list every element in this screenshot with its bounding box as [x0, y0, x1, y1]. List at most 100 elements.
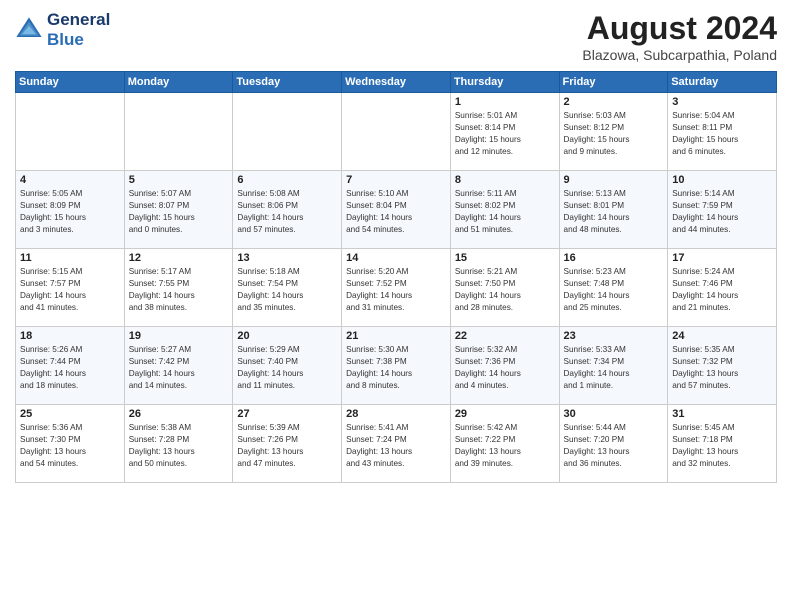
- day-info: Sunrise: 5:42 AMSunset: 7:22 PMDaylight:…: [455, 422, 555, 470]
- day-info: Sunrise: 5:01 AMSunset: 8:14 PMDaylight:…: [455, 110, 555, 158]
- day-number: 5: [129, 174, 229, 186]
- col-sunday: Sunday: [16, 72, 125, 93]
- col-saturday: Saturday: [668, 72, 777, 93]
- day-info: Sunrise: 5:36 AMSunset: 7:30 PMDaylight:…: [20, 422, 120, 470]
- day-number: 23: [564, 330, 664, 342]
- day-number: 19: [129, 330, 229, 342]
- day-info: Sunrise: 5:27 AMSunset: 7:42 PMDaylight:…: [129, 344, 229, 392]
- title-block: August 2024 Blazowa, Subcarpathia, Polan…: [582, 10, 777, 63]
- day-cell-1-2: 6Sunrise: 5:08 AMSunset: 8:06 PMDaylight…: [233, 171, 342, 249]
- day-cell-1-5: 9 Sunrise: 5:13 AMSunset: 8:01 PMDaylight…: [559, 171, 668, 249]
- day-info: Sunrise: 5:08 AMSunset: 8:06 PMDaylight:…: [237, 188, 337, 236]
- day-number: 13: [237, 252, 337, 264]
- day-cell-2-2: 13 Sunrise: 5:18 AMSunset: 7:54 PMDayligh…: [233, 249, 342, 327]
- day-info: Sunrise: 5:21 AMSunset: 7:50 PMDaylight:…: [455, 266, 555, 314]
- day-cell-2-1: 12 Sunrise: 5:17 AMSunset: 7:55 PMDayligh…: [124, 249, 233, 327]
- day-info: Sunrise: 5:33 AMSunset: 7:34 PMDaylight:…: [564, 344, 664, 392]
- day-info: Sunrise: 5:07 AMSunset: 8:07 PMDaylight:…: [129, 188, 229, 236]
- day-number: 1: [455, 96, 555, 108]
- col-tuesday: Tuesday: [233, 72, 342, 93]
- day-number: 25: [20, 408, 120, 420]
- day-cell-2-4: 15Sunrise: 5:21 AMSunset: 7:50 PMDayligh…: [450, 249, 559, 327]
- day-cell-4-3: 28 Sunrise: 5:41 AMSunset: 7:24 PMDayligh…: [342, 405, 451, 483]
- day-info: Sunrise: 5:44 AMSunset: 7:20 PMDaylight:…: [564, 422, 664, 470]
- day-cell-1-0: 4 Sunrise: 5:05 AMSunset: 8:09 PMDaylight…: [16, 171, 125, 249]
- day-info: Sunrise: 5:17 AMSunset: 7:55 PMDaylight:…: [129, 266, 229, 314]
- day-number: 24: [672, 330, 772, 342]
- day-number: 31: [672, 408, 772, 420]
- day-cell-4-1: 26Sunrise: 5:38 AMSunset: 7:28 PMDayligh…: [124, 405, 233, 483]
- day-cell-1-4: 8 Sunrise: 5:11 AMSunset: 8:02 PMDaylight…: [450, 171, 559, 249]
- day-number: 16: [564, 252, 664, 264]
- day-cell-2-6: 17Sunrise: 5:24 AMSunset: 7:46 PMDayligh…: [668, 249, 777, 327]
- calendar-header-row: Sunday Monday Tuesday Wednesday Thursday…: [16, 72, 777, 93]
- day-info: Sunrise: 5:26 AMSunset: 7:44 PMDaylight:…: [20, 344, 120, 392]
- header: General Blue August 2024 Blazowa, Subcar…: [15, 10, 777, 63]
- day-number: 2: [564, 96, 664, 108]
- col-monday: Monday: [124, 72, 233, 93]
- day-cell-4-6: 31 Sunrise: 5:45 AMSunset: 7:18 PMDayligh…: [668, 405, 777, 483]
- day-number: 11: [20, 252, 120, 264]
- month-title: August 2024: [582, 10, 777, 47]
- day-cell-4-2: 27 Sunrise: 5:39 AMSunset: 7:26 PMDayligh…: [233, 405, 342, 483]
- day-cell-1-3: 7 Sunrise: 5:10 AMSunset: 8:04 PMDaylight…: [342, 171, 451, 249]
- day-number: 26: [129, 408, 229, 420]
- day-info: Sunrise: 5:14 AMSunset: 7:59 PMDaylight:…: [672, 188, 772, 236]
- week-row-4: 18Sunrise: 5:26 AMSunset: 7:44 PMDayligh…: [16, 327, 777, 405]
- day-number: 12: [129, 252, 229, 264]
- day-info: Sunrise: 5:35 AMSunset: 7:32 PMDaylight:…: [672, 344, 772, 392]
- day-cell-2-0: 11 Sunrise: 5:15 AMSunset: 7:57 PMDayligh…: [16, 249, 125, 327]
- day-cell-3-2: 20 Sunrise: 5:29 AMSunset: 7:40 PMDayligh…: [233, 327, 342, 405]
- col-friday: Friday: [559, 72, 668, 93]
- day-info: Sunrise: 5:45 AMSunset: 7:18 PMDaylight:…: [672, 422, 772, 470]
- day-cell-0-4: 1 Sunrise: 5:01 AMSunset: 8:14 PMDaylight…: [450, 93, 559, 171]
- day-info: Sunrise: 5:20 AMSunset: 7:52 PMDaylight:…: [346, 266, 446, 314]
- day-cell-0-1: [124, 93, 233, 171]
- day-number: 9: [564, 174, 664, 186]
- day-cell-2-3: 14 Sunrise: 5:20 AMSunset: 7:52 PMDayligh…: [342, 249, 451, 327]
- day-cell-1-6: 10 Sunrise: 5:14 AMSunset: 7:59 PMDayligh…: [668, 171, 777, 249]
- day-number: 8: [455, 174, 555, 186]
- day-cell-3-5: 23 Sunrise: 5:33 AMSunset: 7:34 PMDayligh…: [559, 327, 668, 405]
- day-cell-3-4: 22 Sunrise: 5:32 AMSunset: 7:36 PMDayligh…: [450, 327, 559, 405]
- day-number: 20: [237, 330, 337, 342]
- day-cell-0-0: [16, 93, 125, 171]
- day-number: 27: [237, 408, 337, 420]
- day-info: Sunrise: 5:30 AMSunset: 7:38 PMDaylight:…: [346, 344, 446, 392]
- calendar: Sunday Monday Tuesday Wednesday Thursday…: [15, 71, 777, 483]
- day-number: 4: [20, 174, 120, 186]
- day-info: Sunrise: 5:29 AMSunset: 7:40 PMDaylight:…: [237, 344, 337, 392]
- day-info: Sunrise: 5:15 AMSunset: 7:57 PMDaylight:…: [20, 266, 120, 314]
- day-cell-3-6: 24 Sunrise: 5:35 AMSunset: 7:32 PMDayligh…: [668, 327, 777, 405]
- col-thursday: Thursday: [450, 72, 559, 93]
- day-info: Sunrise: 5:32 AMSunset: 7:36 PMDaylight:…: [455, 344, 555, 392]
- day-info: Sunrise: 5:10 AMSunset: 8:04 PMDaylight:…: [346, 188, 446, 236]
- logo: General Blue: [15, 10, 110, 50]
- day-info: Sunrise: 5:39 AMSunset: 7:26 PMDaylight:…: [237, 422, 337, 470]
- day-number: 22: [455, 330, 555, 342]
- day-info: Sunrise: 5:18 AMSunset: 7:54 PMDaylight:…: [237, 266, 337, 314]
- day-info: Sunrise: 5:41 AMSunset: 7:24 PMDaylight:…: [346, 422, 446, 470]
- day-info: Sunrise: 5:05 AMSunset: 8:09 PMDaylight:…: [20, 188, 120, 236]
- day-info: Sunrise: 5:03 AMSunset: 8:12 PMDaylight:…: [564, 110, 664, 158]
- week-row-1: 1 Sunrise: 5:01 AMSunset: 8:14 PMDaylight…: [16, 93, 777, 171]
- day-number: 28: [346, 408, 446, 420]
- day-cell-3-1: 19 Sunrise: 5:27 AMSunset: 7:42 PMDayligh…: [124, 327, 233, 405]
- week-row-2: 4 Sunrise: 5:05 AMSunset: 8:09 PMDaylight…: [16, 171, 777, 249]
- day-cell-0-5: 2 Sunrise: 5:03 AMSunset: 8:12 PMDaylight…: [559, 93, 668, 171]
- day-number: 14: [346, 252, 446, 264]
- day-number: 7: [346, 174, 446, 186]
- day-number: 10: [672, 174, 772, 186]
- day-info: Sunrise: 5:24 AMSunset: 7:46 PMDaylight:…: [672, 266, 772, 314]
- day-number: 21: [346, 330, 446, 342]
- logo-icon: [15, 16, 43, 44]
- col-wednesday: Wednesday: [342, 72, 451, 93]
- day-cell-4-0: 25 Sunrise: 5:36 AMSunset: 7:30 PMDayligh…: [16, 405, 125, 483]
- page: General Blue August 2024 Blazowa, Subcar…: [0, 0, 792, 612]
- day-cell-3-3: 21 Sunrise: 5:30 AMSunset: 7:38 PMDayligh…: [342, 327, 451, 405]
- day-number: 30: [564, 408, 664, 420]
- day-info: Sunrise: 5:13 AMSunset: 8:01 PMDaylight:…: [564, 188, 664, 236]
- day-info: Sunrise: 5:11 AMSunset: 8:02 PMDaylight:…: [455, 188, 555, 236]
- day-cell-0-3: [342, 93, 451, 171]
- day-number: 3: [672, 96, 772, 108]
